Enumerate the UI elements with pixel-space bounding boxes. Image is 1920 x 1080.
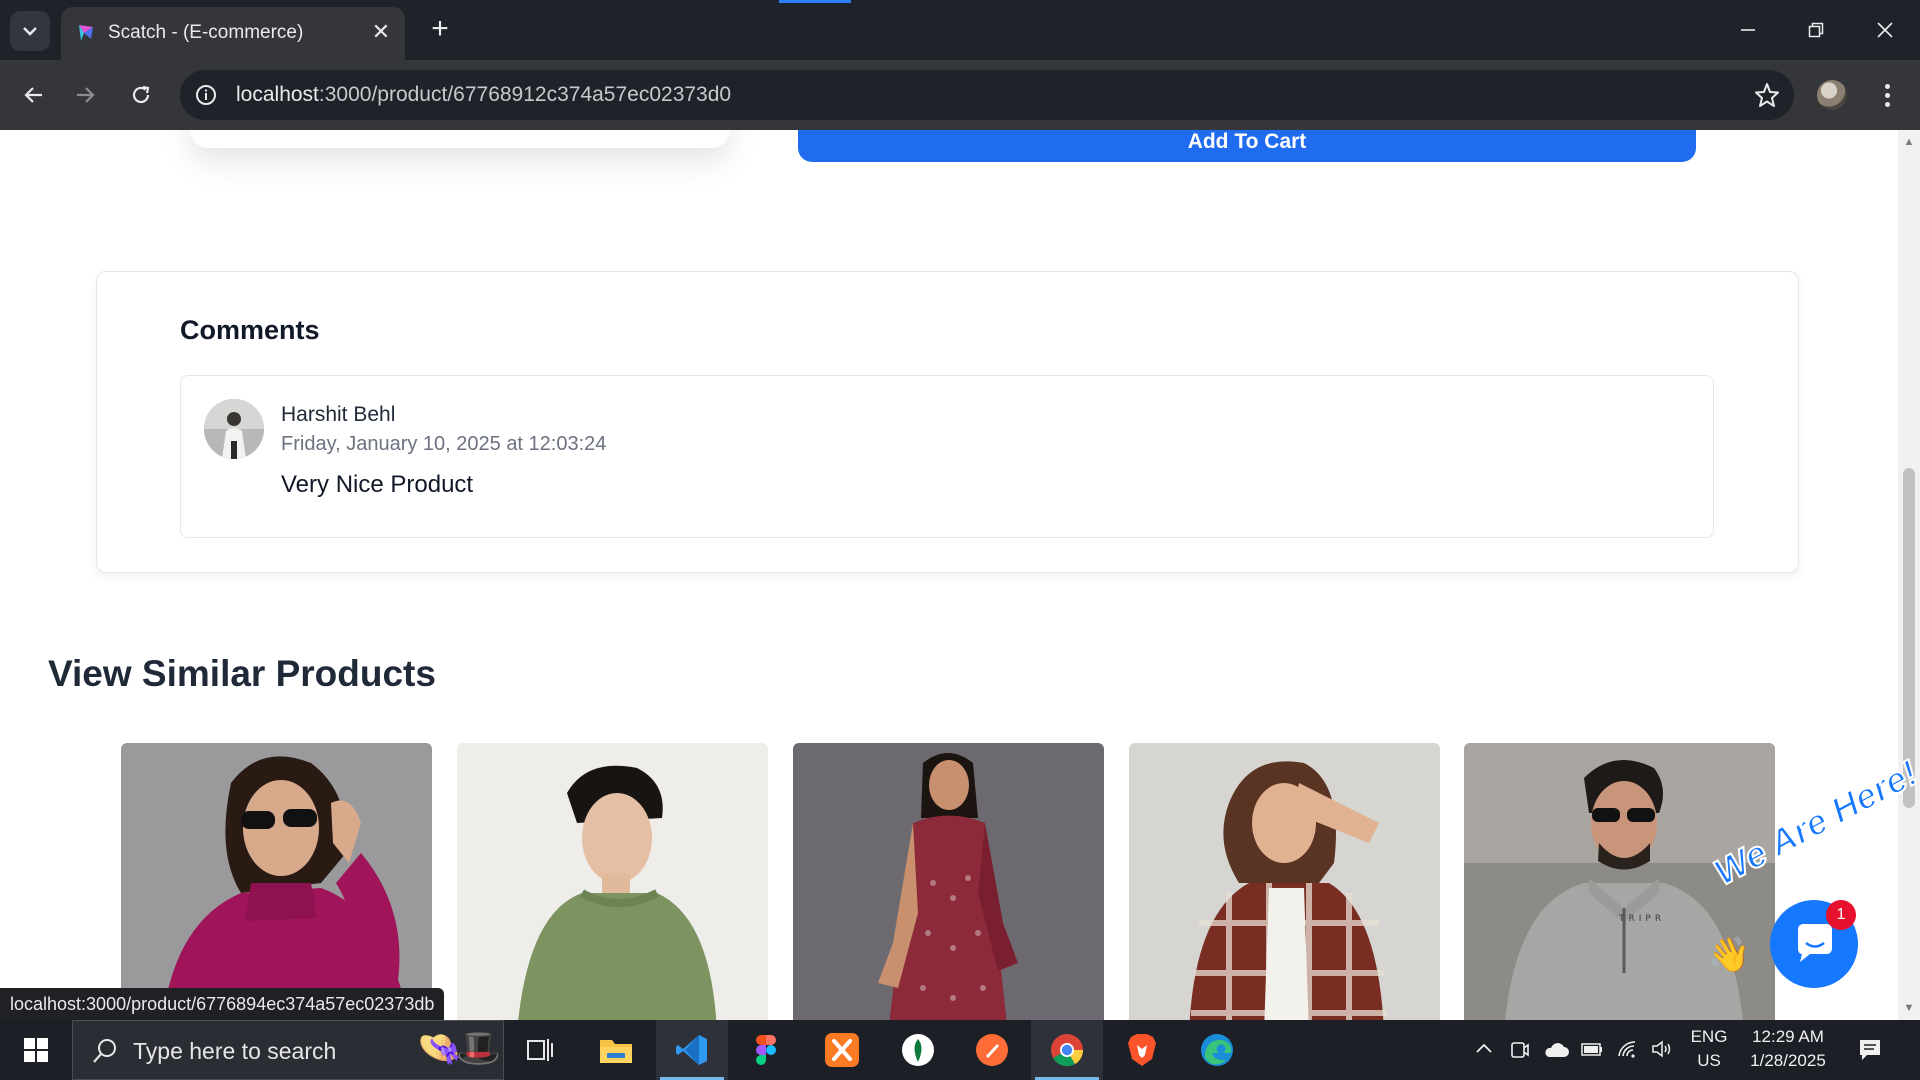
- scroll-up-icon[interactable]: ▲: [1903, 136, 1915, 148]
- meet-now-icon[interactable]: [1510, 1039, 1530, 1061]
- windows-taskbar: Type here to search 👒🎩 ENG US 12:29 AM 1…: [0, 1020, 1920, 1080]
- brave-icon: [1128, 1034, 1156, 1066]
- page-scrollbar[interactable]: ▲ ▼: [1898, 130, 1920, 1020]
- search-placeholder: Type here to search: [133, 1038, 337, 1064]
- language-indicator[interactable]: ENG US: [1687, 1027, 1731, 1071]
- close-tab-icon[interactable]: ✕: [367, 18, 395, 46]
- similar-product-card[interactable]: [457, 743, 768, 1020]
- tab-title: Scatch - (E-commerce): [108, 22, 304, 43]
- reload-icon: [132, 85, 150, 104]
- product-image-card: [190, 130, 730, 148]
- close-icon: [1877, 22, 1893, 38]
- comment-author: Harshit Behl: [281, 403, 396, 426]
- scroll-down-icon[interactable]: ▼: [1903, 1002, 1915, 1014]
- similar-product-card[interactable]: [793, 743, 1104, 1020]
- bookmark-star-icon[interactable]: [1754, 82, 1780, 108]
- taskbar-search-box[interactable]: Type here to search 👒🎩: [72, 1020, 504, 1080]
- search-icon: [93, 1039, 116, 1063]
- chat-notification-badge: 1: [1826, 900, 1856, 930]
- new-tab-button[interactable]: +: [424, 14, 456, 46]
- comments-section: Comments Harshit Behl Friday, January 10…: [96, 271, 1799, 573]
- edge-icon: [1201, 1034, 1233, 1066]
- address-bar[interactable]: localhost:3000/product/67768912c374a57ec…: [180, 70, 1794, 120]
- search-highlight-art-icon: 👒🎩: [417, 1027, 501, 1068]
- restore-button[interactable]: [1793, 10, 1839, 50]
- file-explorer-button[interactable]: [596, 1030, 636, 1070]
- comment-text: Very Nice Product: [281, 471, 474, 498]
- page-content: Add To Cart Comments Harshit Behl Friday…: [0, 130, 1898, 1020]
- start-button[interactable]: [0, 1020, 72, 1080]
- region-code: US: [1697, 1051, 1721, 1070]
- similar-product-card[interactable]: [121, 743, 432, 1020]
- figma-button[interactable]: [746, 1030, 786, 1070]
- product-image: [457, 743, 768, 1020]
- edge-button[interactable]: [1197, 1030, 1237, 1070]
- forward-arrow-icon: [77, 87, 95, 103]
- task-view-icon: [527, 1039, 553, 1061]
- product-image: [121, 743, 432, 1020]
- postman-icon: [976, 1034, 1008, 1066]
- task-view-button[interactable]: [520, 1030, 560, 1070]
- chrome-icon: [1051, 1034, 1084, 1067]
- similar-products-heading: View Similar Products: [48, 653, 436, 694]
- windows-logo-icon: [24, 1038, 48, 1062]
- volume-icon[interactable]: [1651, 1040, 1673, 1058]
- back-button[interactable]: [11, 73, 55, 117]
- xampp-button[interactable]: [822, 1030, 862, 1070]
- brave-button[interactable]: [1122, 1030, 1162, 1070]
- similar-product-card[interactable]: [1129, 743, 1440, 1020]
- url-host: localhost: [236, 83, 319, 106]
- comment-date: Friday, January 10, 2025 at 12:03:24: [281, 433, 607, 455]
- forward-button[interactable]: [64, 73, 108, 117]
- battery-icon[interactable]: [1580, 1040, 1604, 1058]
- folder-icon: [600, 1040, 632, 1063]
- loading-indicator: [779, 0, 851, 3]
- site-info-icon[interactable]: [194, 83, 218, 107]
- browser-menu-button[interactable]: [1872, 80, 1902, 110]
- mongodb-icon: [902, 1034, 934, 1066]
- clock-time: 12:29 AM: [1752, 1027, 1824, 1046]
- postman-button[interactable]: [972, 1030, 1012, 1070]
- shirt-print-text: TRIPR: [1618, 914, 1665, 924]
- reload-button[interactable]: [119, 73, 163, 117]
- minimize-icon: [1741, 29, 1755, 31]
- vscode-icon: [676, 1035, 707, 1065]
- profile-avatar[interactable]: [1817, 80, 1847, 110]
- clock[interactable]: 12:29 AM 1/28/2025: [1740, 1027, 1836, 1071]
- onedrive-cloud-icon[interactable]: [1543, 1042, 1569, 1058]
- chrome-button[interactable]: [1047, 1030, 1087, 1070]
- link-status-bar: localhost:3000/product/6776894ec374a57ec…: [0, 988, 445, 1020]
- chevron-down-icon: [23, 26, 37, 36]
- tab-search-button[interactable]: [10, 11, 50, 51]
- close-window-button[interactable]: [1862, 10, 1908, 50]
- url-path: :3000/product/67768912c374a57ec02373d0: [318, 83, 732, 106]
- wifi-icon[interactable]: [1617, 1040, 1639, 1058]
- minimize-button[interactable]: [1725, 10, 1771, 50]
- back-arrow-icon: [24, 87, 42, 103]
- vscode-button[interactable]: [672, 1030, 712, 1070]
- product-image: [793, 743, 1104, 1020]
- xampp-icon: [825, 1033, 859, 1067]
- clock-date: 1/28/2025: [1750, 1051, 1826, 1070]
- person-photo-icon: [204, 399, 264, 459]
- comments-heading: Comments: [180, 315, 320, 345]
- commenter-avatar: [204, 399, 264, 459]
- figma-icon: [756, 1035, 776, 1065]
- comment-item: Harshit Behl Friday, January 10, 2025 at…: [180, 375, 1714, 538]
- mongodb-compass-button[interactable]: [898, 1030, 938, 1070]
- language-code: ENG: [1690, 1027, 1728, 1046]
- add-to-cart-button[interactable]: Add To Cart: [798, 130, 1696, 162]
- restore-icon: [1808, 22, 1824, 38]
- favicon-icon: [79, 25, 93, 41]
- show-hidden-icons-chevron-icon[interactable]: [1475, 1041, 1493, 1055]
- url-text: localhost:3000/product/67768912c374a57ec…: [236, 83, 731, 107]
- tab-strip: Scatch - (E-commerce) ✕ +: [0, 0, 1920, 60]
- browser-tab[interactable]: Scatch - (E-commerce) ✕: [61, 7, 405, 60]
- browser-toolbar: localhost:3000/product/67768912c374a57ec…: [0, 60, 1920, 130]
- waving-hand-icon: 👋: [1708, 936, 1751, 974]
- notification-center-icon[interactable]: [1858, 1038, 1882, 1062]
- product-image: [1129, 743, 1440, 1020]
